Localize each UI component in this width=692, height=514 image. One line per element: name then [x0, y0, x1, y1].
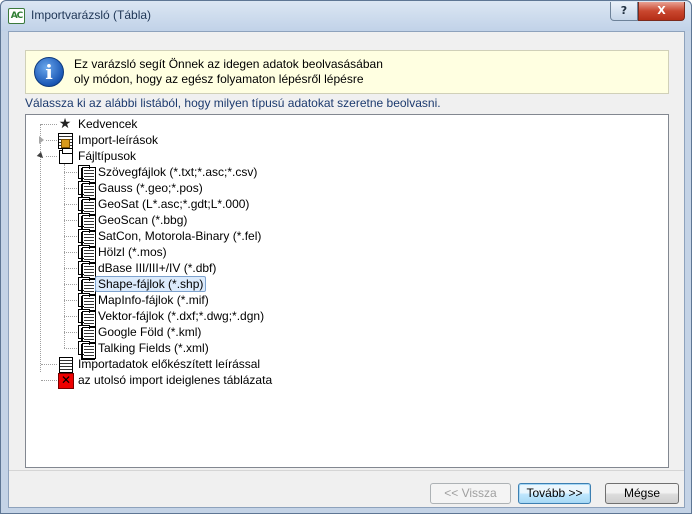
import-wizard-window: AC Importvarázsló (Tábla) ? X i Ez varáz…: [0, 0, 692, 514]
instruction-text: Válassza ki az alábbi listából, hogy mil…: [25, 96, 441, 110]
red-x-icon: [57, 372, 74, 389]
tree-node-file-type[interactable]: Talking Fields (*.xml): [26, 340, 666, 359]
tree-node-label: Kedvencek: [78, 117, 138, 131]
tree-node-label: Import-leírások: [78, 133, 159, 147]
document-icon: [57, 356, 73, 373]
tree-node-favorites[interactable]: ★ Kedvencek: [26, 116, 666, 132]
tree-node-label: Talking Fields (*.xml): [98, 341, 209, 355]
expand-chevron-icon[interactable]: [39, 136, 44, 144]
tree-node-file-type[interactable]: Hölzl (*.mos): [26, 244, 666, 263]
next-button[interactable]: Tovább >>: [518, 483, 591, 504]
tree-node-label: Shape-fájlok (*.shp): [95, 276, 207, 292]
tree-node-label: Vektor-fájlok (*.dxf;*.dwg;*.dgn): [98, 309, 265, 323]
tree-node-file-type[interactable]: GeoSat (L*.asc;*.gdt;L*.000): [26, 196, 666, 215]
footer-divider: [9, 470, 684, 471]
file-type-icon: [77, 276, 96, 295]
tree-node-file-type[interactable]: Gauss (*.geo;*.pos): [26, 180, 666, 199]
info-line-2: oly módon, hogy az egész folyamaton lépé…: [74, 72, 364, 86]
tree-node-label: Google Föld (*.kml): [98, 325, 202, 339]
tree-node-import-descriptions[interactable]: Import-leírások: [26, 132, 666, 149]
tree-node-label: dBase III/III+/IV (*.dbf): [98, 261, 217, 275]
tree-node-file-type[interactable]: GeoScan (*.bbg): [26, 212, 666, 231]
folder-icon: [57, 148, 73, 164]
tree-node-label: MapInfo-fájlok (*.mif): [98, 293, 209, 307]
file-type-icon: [77, 196, 96, 215]
tree-node-file-type[interactable]: dBase III/III+/IV (*.dbf): [26, 260, 666, 279]
tree-node-file-type[interactable]: SatCon, Motorola-Binary (*.fel): [26, 228, 666, 247]
help-button[interactable]: ?: [610, 2, 638, 21]
file-type-icon: [77, 244, 96, 263]
tree-node-file-types[interactable]: Fájltípusok: [26, 148, 666, 164]
dialog-body: i Ez varázsló segít Önnek az idegen adat…: [8, 31, 685, 508]
tree-node-label: Importadatok előkészített leírással: [78, 357, 261, 371]
tree-node-file-type[interactable]: Google Föld (*.kml): [26, 324, 666, 343]
tree-node-label: az utolsó import ideiglenes táblázata: [78, 373, 273, 387]
title-bar[interactable]: AC Importvarázsló (Tábla) ? X: [1, 1, 691, 31]
file-type-icon: [77, 212, 96, 231]
tree-node-file-type[interactable]: MapInfo-fájlok (*.mif): [26, 292, 666, 311]
tree-node-file-type-selected[interactable]: Shape-fájlok (*.shp): [26, 276, 666, 295]
tree-node-label: Gauss (*.geo;*.pos): [98, 181, 203, 195]
window-title: Importvarázsló (Tábla): [31, 8, 152, 22]
tree-node-label: Hölzl (*.mos): [98, 245, 167, 259]
file-type-icon: [77, 308, 96, 327]
info-line-1: Ez varázsló segít Önnek az idegen adatok…: [74, 57, 383, 71]
tree-node-label: GeoSat (L*.asc;*.gdt;L*.000): [98, 197, 250, 211]
file-type-icon: [77, 324, 96, 343]
import-description-icon: [57, 132, 73, 149]
tree-node-file-type[interactable]: Szövegfájlok (*.txt;*.asc;*.csv): [26, 164, 666, 183]
data-type-tree[interactable]: ★ Kedvencek Import-leírások Fájltípusok …: [25, 114, 669, 468]
file-type-icon: [77, 228, 96, 247]
tree-node-file-type[interactable]: Vektor-fájlok (*.dxf;*.dwg;*.dgn): [26, 308, 666, 327]
tree-node-label: SatCon, Motorola-Binary (*.fel): [98, 229, 262, 243]
tree-node-label: Fájltípusok: [78, 149, 137, 163]
star-icon: ★: [58, 116, 72, 132]
tree-node-last-import[interactable]: az utolsó import ideiglenes táblázata: [26, 372, 666, 389]
file-type-icon: [77, 260, 96, 279]
back-button[interactable]: << Vissza: [430, 483, 511, 504]
info-icon: i: [34, 57, 64, 87]
tree-node-label: Szövegfájlok (*.txt;*.asc;*.csv): [98, 165, 258, 179]
file-type-icon: [77, 180, 96, 199]
info-banner: i Ez varázsló segít Önnek az idegen adat…: [25, 50, 669, 94]
cancel-button[interactable]: Mégse: [605, 483, 679, 504]
file-type-icon: [77, 164, 96, 183]
collapse-chevron-icon[interactable]: [36, 151, 46, 161]
tree-node-label: GeoScan (*.bbg): [98, 213, 188, 227]
file-type-icon: [77, 292, 96, 311]
info-text: Ez varázsló segít Önnek az idegen adatok…: [74, 57, 383, 87]
tree-node-prepared-import[interactable]: Importadatok előkészített leírással: [26, 356, 666, 373]
close-button[interactable]: X: [638, 2, 685, 21]
app-logo-icon: AC: [8, 8, 25, 24]
file-type-icon: [77, 340, 96, 359]
